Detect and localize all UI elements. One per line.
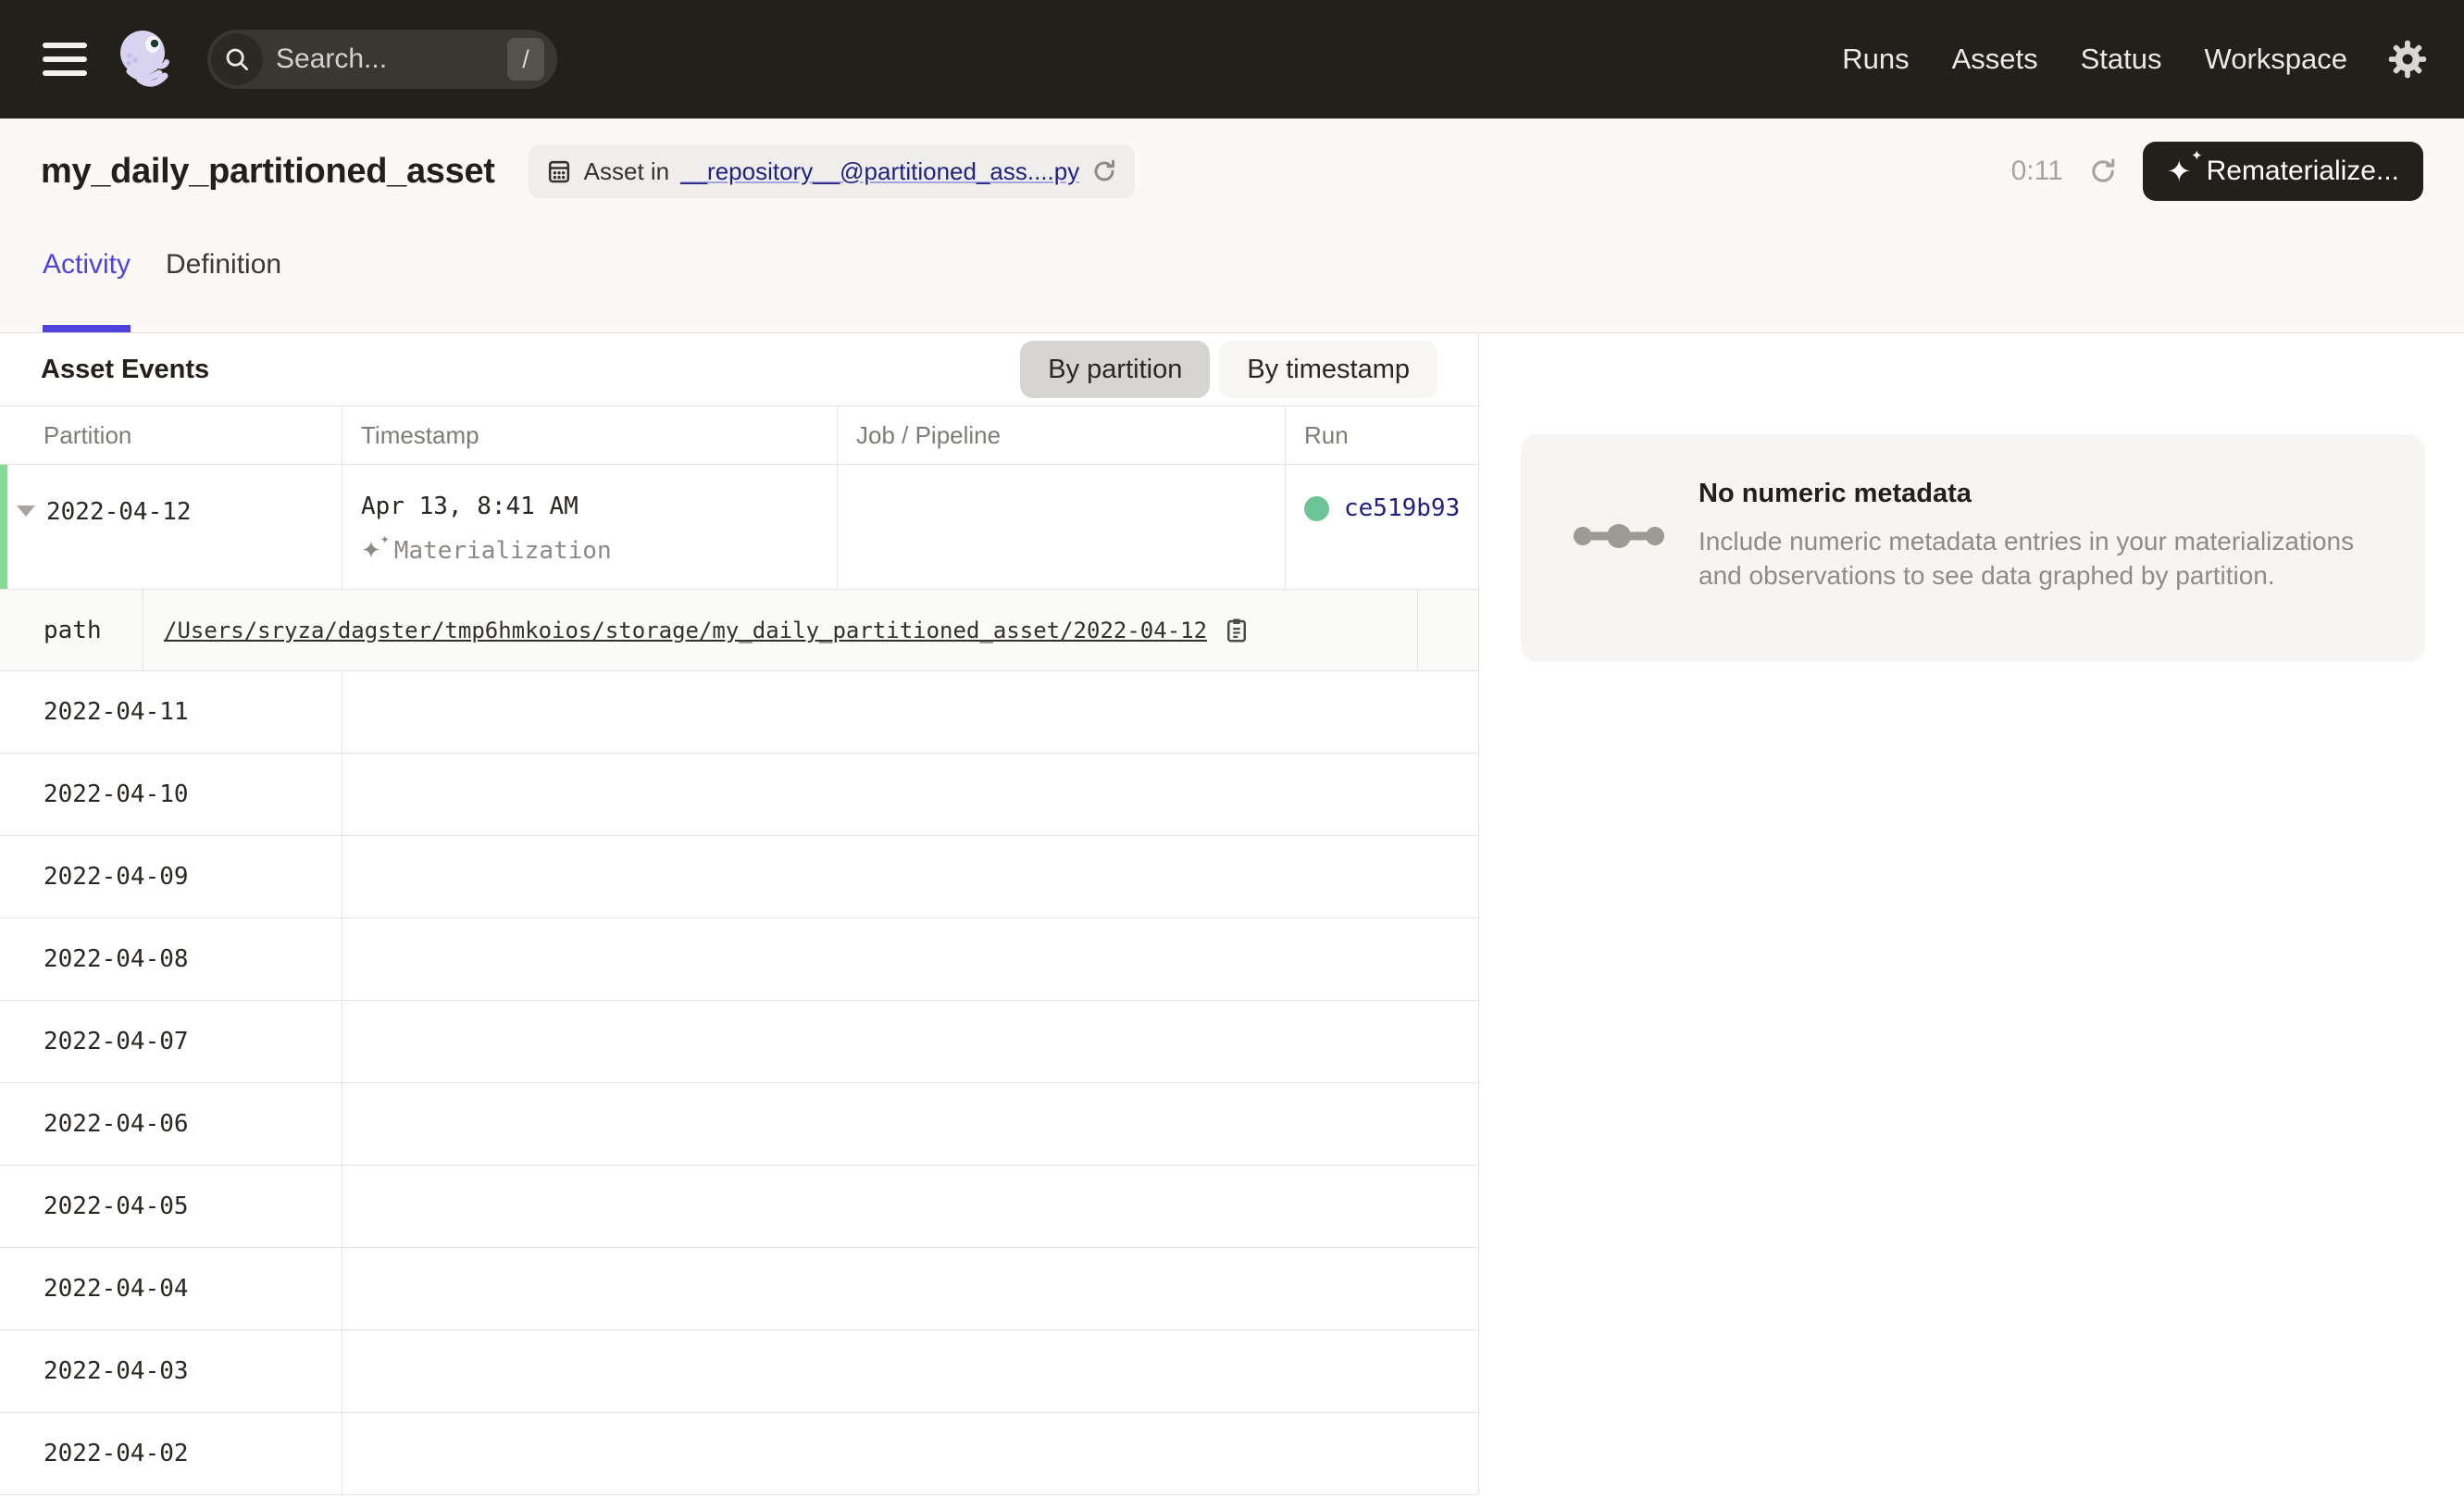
column-header-timestamp: Timestamp	[342, 406, 838, 464]
partition-cell[interactable]: 2022-04-03	[0, 1330, 342, 1412]
event-view-toggle: By partition By timestamp	[1020, 341, 1437, 398]
partition-row-empty	[342, 918, 1478, 1000]
repository-link[interactable]: __repository__@partitioned_ass....py	[680, 157, 1079, 186]
partition-row: 2022-04-04	[0, 1248, 1478, 1330]
partition-cell[interactable]: 2022-04-11	[0, 671, 342, 753]
partition-metadata-panel: No numeric metadata Include numeric meta…	[1479, 333, 2464, 1494]
search-icon	[211, 33, 263, 85]
partition-row: 2022-04-03	[0, 1330, 1478, 1413]
asset-events-toolbar: Asset Events By partition By timestamp	[0, 333, 1478, 406]
metadata-path-link[interactable]: /Users/sryza/dagster/tmp6hmkoios/storage…	[164, 618, 1207, 643]
partition-row-empty	[342, 754, 1478, 835]
nav-status[interactable]: Status	[2081, 43, 2162, 76]
top-nav-links: Runs Assets Status Workspace	[1842, 43, 2347, 76]
expanded-timestamp-cell: Apr 13, 8:41 AM ✦✦ Materialization	[342, 465, 838, 589]
dagster-logo-icon[interactable]	[115, 26, 178, 93]
collapse-caret-icon[interactable]	[17, 506, 35, 517]
nav-workspace[interactable]: Workspace	[2205, 43, 2348, 76]
by-timestamp-button[interactable]: By timestamp	[1219, 341, 1437, 398]
asset-in-label: Asset in	[584, 157, 670, 186]
partition-cell[interactable]: 2022-04-07	[0, 1001, 342, 1082]
partition-row-empty	[342, 836, 1478, 918]
sparkle-icon: ✦✦	[2167, 156, 2192, 186]
partition-row-expanded: 2022-04-12 Apr 13, 8:41 AM ✦✦ Materializ…	[0, 465, 1478, 590]
asset-events-heading: Asset Events	[41, 355, 209, 385]
column-header-partition: Partition	[0, 406, 342, 464]
top-nav-bar: / Runs Assets Status Workspace	[0, 0, 2464, 119]
expanded-partition-cell[interactable]: 2022-04-12	[0, 465, 342, 589]
partition-cell[interactable]: 2022-04-10	[0, 754, 342, 835]
no-numeric-metadata-card: No numeric metadata Include numeric meta…	[1521, 434, 2425, 662]
repository-icon	[545, 157, 573, 185]
dagster-app: / Runs Assets Status Workspace	[0, 0, 2464, 1498]
event-timestamp: Apr 13, 8:41 AM	[361, 493, 837, 520]
run-status-dot	[1304, 496, 1329, 521]
partition-row-empty	[342, 1083, 1478, 1165]
partition-row-empty	[342, 671, 1478, 753]
copy-path-icon[interactable]	[1224, 617, 1250, 644]
partition-row-empty	[342, 1248, 1478, 1329]
partition-row: 2022-04-06	[0, 1083, 1478, 1166]
empty-state-message: Include numeric metadata entries in your…	[1699, 524, 2388, 593]
partition-row: 2022-04-08	[0, 918, 1478, 1001]
partition-row: 2022-04-10	[0, 754, 1478, 836]
partition-row: 2022-04-07	[0, 1001, 1478, 1083]
partition-row-empty	[342, 1330, 1478, 1412]
metadata-key: path	[0, 590, 143, 670]
partition-cell[interactable]: 2022-04-06	[0, 1083, 342, 1165]
rematerialize-button[interactable]: ✦✦ Rematerialize...	[2143, 142, 2423, 201]
metadata-row-spacer	[1417, 590, 1478, 670]
reload-repository-icon[interactable]	[1090, 157, 1118, 185]
tab-definition[interactable]: Definition	[166, 249, 281, 332]
partition-row: 2022-04-09	[0, 836, 1478, 918]
nav-runs[interactable]: Runs	[1842, 43, 1909, 76]
dots-graph-icon	[1573, 514, 1665, 662]
partition-row-empty	[342, 1413, 1478, 1494]
column-header-run: Run	[1286, 406, 1478, 464]
partition-cell[interactable]: 2022-04-09	[0, 836, 342, 918]
partition-row-empty	[342, 1001, 1478, 1082]
partition-cell[interactable]: 2022-04-08	[0, 918, 342, 1000]
empty-state-title: No numeric metadata	[1699, 479, 2388, 509]
refresh-icon[interactable]	[2087, 156, 2119, 187]
search-input[interactable]	[263, 44, 507, 75]
global-search: /	[207, 30, 557, 89]
partition-row: 2022-04-05	[0, 1166, 1478, 1248]
tab-activity[interactable]: Activity	[43, 249, 131, 332]
asset-page-header: my_daily_partitioned_asset Asset in __re…	[0, 119, 2464, 333]
search-shortcut-key: /	[507, 38, 544, 81]
partition-cell[interactable]: 2022-04-02	[0, 1413, 342, 1494]
partition-label: 2022-04-12	[46, 498, 192, 526]
expanded-run-cell: ce519b93	[1286, 465, 1478, 589]
partition-row: 2022-04-11	[0, 671, 1478, 754]
column-header-job: Job / Pipeline	[838, 406, 1286, 464]
refresh-timer: 0:11	[2011, 156, 2063, 187]
asset-location-badge: Asset in __repository__@partitioned_ass.…	[529, 144, 1136, 198]
nav-assets[interactable]: Assets	[1952, 43, 2038, 76]
asset-tabs: Activity Definition	[41, 249, 2423, 332]
partition-row-empty	[342, 1166, 1478, 1247]
events-table-header: Partition Timestamp Job / Pipeline Run	[0, 406, 1478, 465]
partition-rows: 2022-04-11 2022-04-10 2022-04-09 2022-04…	[0, 671, 1478, 1495]
expanded-job-cell	[838, 465, 1286, 589]
materialization-icon: ✦✦	[361, 539, 381, 563]
partition-row: 2022-04-02	[0, 1413, 1478, 1495]
partition-cell[interactable]: 2022-04-05	[0, 1166, 342, 1247]
partition-status-accent	[0, 465, 7, 589]
settings-gear-icon[interactable]	[2388, 40, 2427, 79]
page-title: my_daily_partitioned_asset	[41, 152, 495, 192]
partition-cell[interactable]: 2022-04-04	[0, 1248, 342, 1329]
asset-events-panel: Asset Events By partition By timestamp P…	[0, 333, 1479, 1494]
rematerialize-label: Rematerialize...	[2207, 156, 2399, 187]
metadata-row: path /Users/sryza/dagster/tmp6hmkoios/st…	[0, 590, 1478, 671]
by-partition-button[interactable]: By partition	[1020, 341, 1210, 398]
hamburger-menu-icon[interactable]	[43, 43, 87, 76]
event-type-label: Materialization	[394, 537, 612, 565]
run-id-link[interactable]: ce519b93	[1344, 494, 1460, 522]
